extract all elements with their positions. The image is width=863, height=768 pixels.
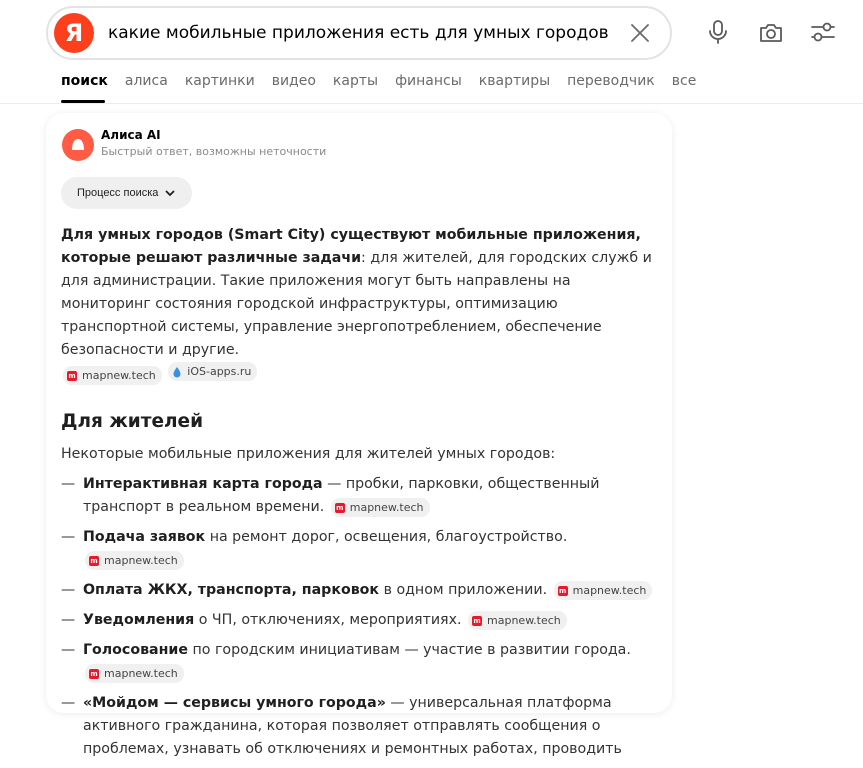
ios-drop-icon: [173, 366, 181, 377]
list-item: — «Мойдом — сервисы умного города» — уни…: [61, 694, 622, 757]
source-label: mapnew.tech: [104, 666, 178, 680]
search-input[interactable]: какие мобильные приложения есть для умны…: [108, 23, 609, 43]
source-label: mapnew.tech: [349, 500, 424, 514]
source-label: mapnew.tech: [104, 553, 178, 567]
answer-content: Для умных городов (Smart City) существую…: [61, 224, 661, 768]
item-text: о ЧП, отключениях, мероприятиях.: [194, 611, 462, 628]
source-label: iOS-apps.ru: [187, 364, 252, 378]
camera-icon[interactable]: [757, 18, 785, 46]
alice-answer-card: Алиса AI Быстрый ответ, возможны неточно…: [46, 113, 672, 757]
source-label: mapnew.tech: [487, 613, 561, 627]
intro-paragraph: Для умных городов (Smart City) существую…: [61, 224, 661, 387]
mapnew-icon: m: [89, 668, 99, 679]
search-box[interactable]: Я какие мобильные приложения есть для ум…: [46, 6, 672, 60]
close-icon[interactable]: [626, 19, 654, 47]
mapnew-icon: m: [472, 615, 483, 626]
list-item: — Уведомления о ЧП, отключениях, меропри…: [61, 609, 661, 632]
list-item: — Оплата ЖКХ, транспорта, парковок в одн…: [61, 579, 661, 602]
yandex-logo[interactable]: Я: [54, 13, 94, 53]
chevron-down-icon: [165, 190, 175, 197]
tab-all[interactable]: все: [672, 73, 697, 89]
search-tabs: поиск алиса картинки видео карты финансы…: [61, 73, 713, 89]
tab-alice[interactable]: алиса: [125, 73, 168, 89]
microphone-icon[interactable]: [704, 18, 732, 46]
item-bold: Подача заявок: [83, 528, 206, 545]
alice-logo-icon: [62, 129, 94, 161]
source-chip[interactable]: m mapnew.tech: [553, 581, 653, 600]
divider: [0, 103, 863, 104]
tab-finance[interactable]: финансы: [395, 73, 462, 89]
item-text: в одном приложении.: [379, 581, 548, 598]
tab-images[interactable]: картинки: [185, 73, 255, 89]
mapnew-icon: m: [67, 370, 77, 381]
source-chip[interactable]: iOS-apps.ru: [168, 362, 258, 381]
mapnew-icon: m: [89, 555, 99, 566]
item-bold: Оплата ЖКХ, транспорта, парковок: [83, 581, 380, 598]
tab-translator[interactable]: переводчик: [567, 73, 655, 89]
source-chip[interactable]: m mapnew.tech: [330, 498, 430, 517]
list-item: — Подача заявок на ремонт дорог, освещен…: [61, 526, 661, 572]
tab-apartments[interactable]: квартиры: [479, 73, 550, 89]
app-list: — Интерактивная карта города — пробки, п…: [61, 473, 661, 761]
source-chip[interactable]: m mapnew.tech: [468, 611, 567, 630]
tab-search[interactable]: поиск: [61, 73, 108, 89]
mapnew-icon: m: [557, 585, 568, 596]
mapnew-icon: m: [334, 502, 345, 513]
tab-video[interactable]: видео: [272, 73, 316, 89]
source-chip[interactable]: m mapnew.tech: [85, 551, 184, 570]
tab-maps[interactable]: карты: [333, 73, 378, 89]
list-item: — Интерактивная карта города — пробки, п…: [61, 473, 661, 519]
list-item: — Голосование по городским инициативам —…: [61, 639, 661, 685]
search-process-label: Процесс поиска: [77, 187, 159, 199]
item-bold: Уведомления: [83, 611, 195, 628]
source-label: mapnew.tech: [572, 583, 647, 597]
source-label: mapnew.tech: [82, 368, 156, 382]
answer-subtitle: Быстрый ответ, возможны неточности: [101, 145, 327, 158]
item-text: по городским инициативам — участие в раз…: [188, 641, 631, 658]
item-bold: Голосование: [83, 641, 188, 658]
section-lead: Некоторые мобильные приложения для жител…: [61, 445, 556, 462]
source-chip[interactable]: m mapnew.tech: [63, 366, 162, 385]
item-bold: Интерактивная карта города: [83, 475, 323, 492]
search-process-button[interactable]: Процесс поиска: [61, 177, 193, 209]
filters-icon[interactable]: [809, 18, 837, 46]
source-chip[interactable]: m mapnew.tech: [85, 664, 184, 683]
item-text: на ремонт дорог, освещения, благоустройс…: [205, 528, 568, 545]
answer-title: Алиса AI: [101, 128, 161, 142]
intro-text: : для жителей, для городских служб и для…: [61, 250, 652, 358]
section-heading: Для жителей: [61, 410, 204, 432]
